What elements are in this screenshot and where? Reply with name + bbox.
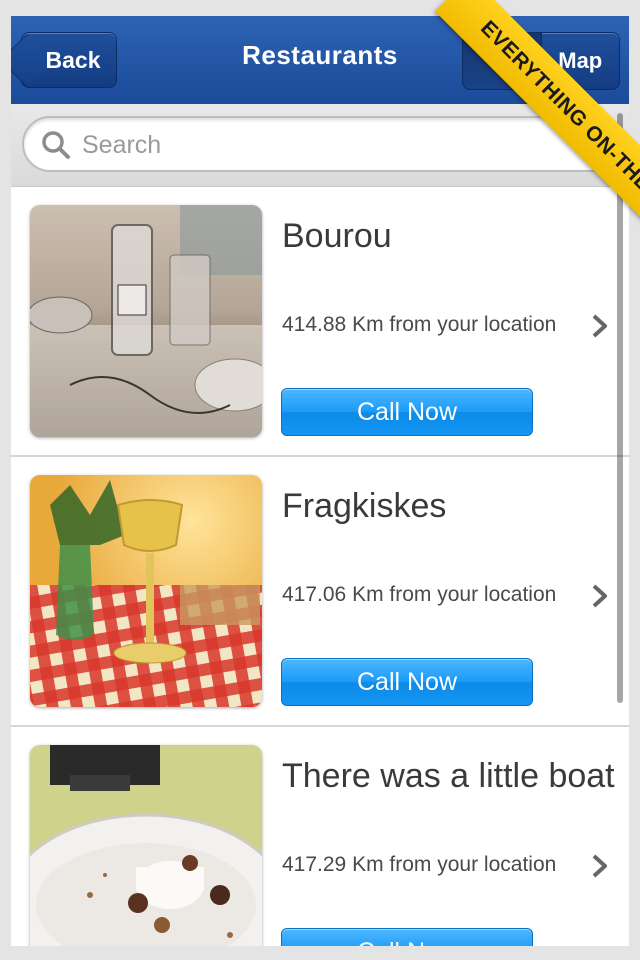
restaurant-name: Bourou (282, 217, 392, 255)
search-field-container[interactable] (22, 116, 618, 172)
call-now-button[interactable]: Call Now (281, 388, 533, 436)
segment-list[interactable] (463, 33, 541, 89)
list-item[interactable]: Bourou 414.88 Km from your location Call… (11, 187, 629, 457)
restaurant-list: Bourou 414.88 Km from your location Call… (11, 187, 629, 946)
restaurant-distance: 417.06 Km from your location (282, 583, 557, 606)
back-button-label: Back (45, 46, 101, 73)
list-item[interactable]: There was a little boat 417.29 Km from y… (11, 727, 629, 946)
search-input[interactable] (80, 126, 564, 164)
view-segmented-control: Map (462, 32, 620, 90)
restaurant-name: Fragkiskes (282, 487, 447, 525)
scrollbar[interactable] (617, 113, 623, 703)
list-item[interactable]: Fragkiskes 417.06 Km from your location … (11, 457, 629, 727)
search-icon (42, 131, 70, 159)
restaurant-photo (30, 205, 262, 437)
restaurant-photo (30, 475, 262, 707)
search-bar (11, 104, 629, 187)
restaurant-photo (30, 745, 262, 946)
segment-map[interactable]: Map (540, 33, 620, 89)
call-now-button[interactable]: Call Now (281, 928, 533, 946)
chevron-right-icon[interactable] (591, 583, 609, 609)
restaurant-distance: 417.29 Km from your location (282, 853, 557, 876)
chevron-right-icon[interactable] (591, 853, 609, 879)
chevron-right-icon[interactable] (591, 313, 609, 339)
navigation-bar: Back Restaurants Map (11, 16, 629, 105)
restaurant-distance: 414.88 Km from your location (282, 313, 557, 336)
restaurant-name: There was a little boat (282, 757, 615, 795)
app-screen: Back Restaurants Map Search Bourou 414.8… (11, 16, 629, 946)
call-now-button[interactable]: Call Now (281, 658, 533, 706)
